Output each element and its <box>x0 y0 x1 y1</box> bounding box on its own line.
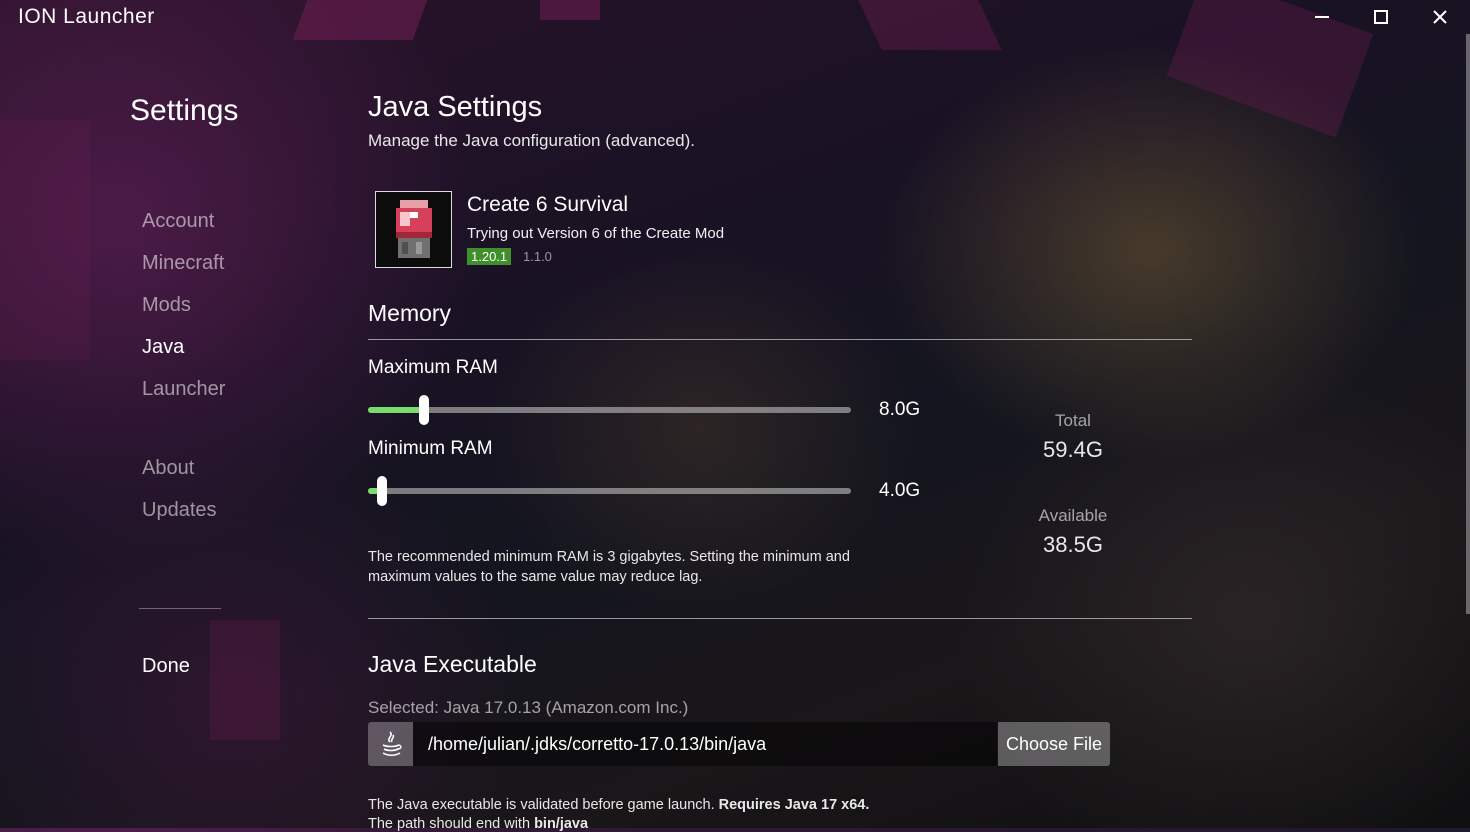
close-button[interactable] <box>1420 2 1460 32</box>
sidebar-item-mods[interactable]: Mods <box>142 294 191 317</box>
page-title: Java Settings <box>368 91 543 123</box>
app-title: ION Launcher <box>18 5 155 28</box>
max-ram-value: 8.0G <box>879 399 921 420</box>
sidebar-title: Settings <box>130 94 239 127</box>
maximize-icon <box>1374 10 1388 24</box>
page-subtitle: Manage the Java configuration (advanced)… <box>368 131 695 150</box>
sidebar-divider <box>139 608 221 609</box>
memory-divider <box>368 339 1192 340</box>
total-ram-label: Total <box>1055 411 1091 430</box>
executable-note-text: The Java executable is validated before … <box>368 797 715 813</box>
sidebar-item-minecraft[interactable]: Minecraft <box>142 252 224 275</box>
modpack-version: 1.1.0 <box>523 249 552 264</box>
executable-divider <box>368 618 1192 619</box>
executable-requirement: Requires Java 17 x64. <box>718 797 870 813</box>
max-ram-fill <box>368 407 424 413</box>
min-ram-slider[interactable] <box>368 476 851 506</box>
modpack-card: Create 6 Survival Trying out Version 6 o… <box>368 185 1192 275</box>
scrollbar[interactable] <box>1466 34 1470 614</box>
selected-java: Selected: Java 17.0.13 (Amazon.com Inc.) <box>368 698 689 717</box>
minimize-icon <box>1315 16 1329 18</box>
memory-section-title: Memory <box>368 300 452 326</box>
sidebar-item-about[interactable]: About <box>142 457 194 480</box>
available-ram-value: 38.5G <box>1043 532 1103 557</box>
max-ram-label: Maximum RAM <box>368 357 498 378</box>
modpack-icon <box>375 191 452 268</box>
done-button[interactable]: Done <box>142 655 190 678</box>
executable-section-title: Java Executable <box>368 651 537 677</box>
executable-row: Choose File <box>368 722 1110 766</box>
min-ram-label: Minimum RAM <box>368 438 493 459</box>
memory-note: The recommended minimum RAM is 3 gigabyt… <box>368 549 850 585</box>
choose-file-button[interactable]: Choose File <box>998 722 1110 766</box>
java-path-input[interactable] <box>413 722 997 766</box>
executable-note: The Java executable is validated before … <box>368 797 869 813</box>
modpack-name: Create 6 Survival <box>467 193 629 216</box>
maximize-button[interactable] <box>1361 2 1401 32</box>
total-ram-value: 59.4G <box>1043 437 1103 462</box>
sidebar-item-launcher[interactable]: Launcher <box>142 378 225 401</box>
title-bar: ION Launcher <box>0 0 1470 34</box>
available-ram-label: Available <box>1038 506 1108 525</box>
sidebar-item-account[interactable]: Account <box>142 210 214 233</box>
min-ram-thumb[interactable] <box>377 476 387 506</box>
minecraft-version-badge: 1.20.1 <box>467 248 512 265</box>
java-icon <box>368 722 413 766</box>
minimize-button[interactable] <box>1302 2 1342 32</box>
close-icon <box>1433 10 1447 24</box>
sidebar-item-java[interactable]: Java <box>142 336 184 359</box>
sidebar-item-updates[interactable]: Updates <box>142 499 217 522</box>
max-ram-slider[interactable] <box>368 395 851 425</box>
executable-path-suffix: bin/java <box>534 816 589 832</box>
executable-path-note-text: The path should end with <box>368 816 531 832</box>
max-ram-thumb[interactable] <box>419 395 429 425</box>
executable-path-note: The path should end with bin/java <box>368 816 588 832</box>
min-ram-value: 4.0G <box>879 480 921 501</box>
modpack-description: Trying out Version 6 of the Create Mod <box>467 225 725 242</box>
